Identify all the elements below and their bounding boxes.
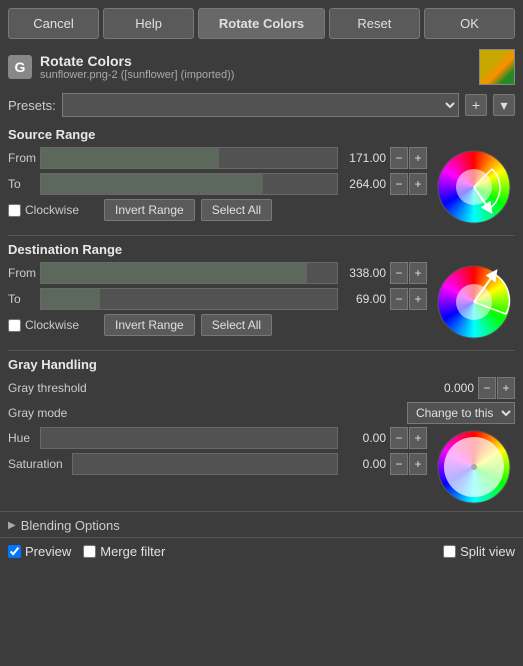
gray-inputs: Hue 0.00 − + Saturation 0.00 − + [8, 427, 427, 479]
source-clockwise-label[interactable]: Clockwise [8, 203, 98, 217]
bottom-bar: Preview Merge filter Split view [0, 537, 523, 565]
presets-menu-button[interactable]: ▾ [493, 94, 515, 116]
toolbar: Cancel Help Rotate Colors Reset OK [0, 0, 523, 45]
split-label[interactable]: Split view [443, 544, 515, 559]
gray-mode-label: Gray mode [8, 406, 407, 420]
source-to-label: To [8, 177, 40, 191]
source-range-inputs: From 171.00 − + To 264.00 − + [8, 147, 427, 221]
destination-from-increment[interactable]: + [409, 262, 427, 284]
rotate-colors-button[interactable]: Rotate Colors [198, 8, 325, 39]
destination-range-inputs: From 338.00 − + To 69.00 − + [8, 262, 427, 336]
gray-mode-select[interactable]: Change to this [407, 402, 515, 424]
destination-to-value: 69.00 [338, 292, 390, 306]
blending-section: ▶ Blending Options [0, 511, 523, 537]
gray-handling-title: Gray Handling [8, 357, 515, 372]
merge-checkbox[interactable] [83, 545, 96, 558]
destination-select-all-button[interactable]: Select All [201, 314, 272, 336]
gray-hue-decrement[interactable]: − [390, 427, 408, 449]
destination-invert-range-button[interactable]: Invert Range [104, 314, 195, 336]
destination-from-value: 338.00 [338, 266, 390, 280]
destination-wheel-svg [434, 262, 514, 342]
destination-to-row: To 69.00 − + [8, 288, 427, 310]
source-range-title: Source Range [8, 127, 515, 142]
destination-controls-row: Clockwise Invert Range Select All [8, 314, 427, 336]
gray-saturation-increment[interactable]: + [409, 453, 427, 475]
source-from-label: From [8, 151, 40, 165]
gray-color-row: Hue 0.00 − + Saturation 0.00 − + [8, 427, 515, 507]
destination-clockwise-checkbox[interactable] [8, 319, 21, 332]
gray-mode-row: Gray mode Change to this [8, 402, 515, 424]
gray-saturation-label: Saturation [8, 457, 72, 471]
split-text: Split view [460, 544, 515, 559]
merge-label[interactable]: Merge filter [83, 544, 165, 559]
source-to-increment[interactable]: + [409, 173, 427, 195]
source-to-row: To 264.00 − + [8, 173, 427, 195]
presets-select[interactable] [62, 93, 459, 117]
subtitle: sunflower.png-2 ([sunflower] (imported)) [40, 69, 471, 81]
gray-color-wheel [433, 427, 515, 507]
gray-saturation-decrement[interactable]: − [390, 453, 408, 475]
destination-to-increment[interactable]: + [409, 288, 427, 310]
presets-add-button[interactable]: + [465, 94, 487, 116]
destination-from-label: From [8, 266, 40, 280]
gray-threshold-label: Gray threshold [8, 381, 444, 395]
destination-to-decrement[interactable]: − [390, 288, 408, 310]
gray-threshold-value: 0.000 [444, 381, 474, 395]
source-from-decrement[interactable]: − [390, 147, 408, 169]
gray-hue-value: 0.00 [338, 431, 390, 445]
source-to-value: 264.00 [338, 177, 390, 191]
presets-label: Presets: [8, 98, 56, 113]
title-block: Rotate Colors sunflower.png-2 ([sunflowe… [40, 53, 471, 81]
destination-from-row: From 338.00 − + [8, 262, 427, 284]
destination-to-label: To [8, 292, 40, 306]
gray-threshold-increment[interactable]: + [497, 377, 515, 399]
destination-color-wheel [433, 262, 515, 342]
image-thumbnail [479, 49, 515, 85]
split-checkbox[interactable] [443, 545, 456, 558]
gray-hue-label: Hue [8, 431, 40, 445]
gray-wheel-svg [434, 427, 514, 507]
source-clockwise-checkbox[interactable] [8, 204, 21, 217]
help-button[interactable]: Help [103, 8, 194, 39]
destination-from-decrement[interactable]: − [390, 262, 408, 284]
main-title: Rotate Colors [40, 53, 471, 69]
header: G Rotate Colors sunflower.png-2 ([sunflo… [0, 45, 523, 91]
gray-hue-row: Hue 0.00 − + [8, 427, 427, 449]
blending-arrow-icon: ▶ [8, 520, 16, 531]
gray-threshold-row: Gray threshold 0.000 − + [8, 377, 515, 399]
destination-range-section: Destination Range From 338.00 − + To [0, 238, 523, 348]
source-wheel-svg [434, 147, 514, 227]
cancel-button[interactable]: Cancel [8, 8, 99, 39]
merge-text: Merge filter [100, 544, 165, 559]
reset-button[interactable]: Reset [329, 8, 420, 39]
blending-label: Blending Options [21, 518, 120, 533]
gray-saturation-row: Saturation 0.00 − + [8, 453, 427, 475]
source-to-decrement[interactable]: − [390, 173, 408, 195]
source-select-all-button[interactable]: Select All [201, 199, 272, 221]
ok-button[interactable]: OK [424, 8, 515, 39]
gray-handling-section: Gray Handling Gray threshold 0.000 − + G… [0, 353, 523, 511]
gray-saturation-value: 0.00 [338, 457, 390, 471]
source-invert-range-button[interactable]: Invert Range [104, 199, 195, 221]
gray-hue-increment[interactable]: + [409, 427, 427, 449]
blending-toggle[interactable]: ▶ Blending Options [8, 518, 515, 533]
preview-checkbox[interactable] [8, 545, 21, 558]
source-from-increment[interactable]: + [409, 147, 427, 169]
source-from-row: From 171.00 − + [8, 147, 427, 169]
destination-range-title: Destination Range [8, 242, 515, 257]
gimp-icon: G [8, 55, 32, 79]
source-color-wheel [433, 147, 515, 227]
gray-threshold-decrement[interactable]: − [478, 377, 496, 399]
destination-clockwise-label[interactable]: Clockwise [8, 318, 98, 332]
source-controls-row: Clockwise Invert Range Select All [8, 199, 427, 221]
preview-text: Preview [25, 544, 71, 559]
preview-label[interactable]: Preview [8, 544, 71, 559]
source-from-value: 171.00 [338, 151, 390, 165]
presets-row: Presets: + ▾ [0, 91, 523, 123]
source-range-section: Source Range From 171.00 − + To [0, 123, 523, 233]
